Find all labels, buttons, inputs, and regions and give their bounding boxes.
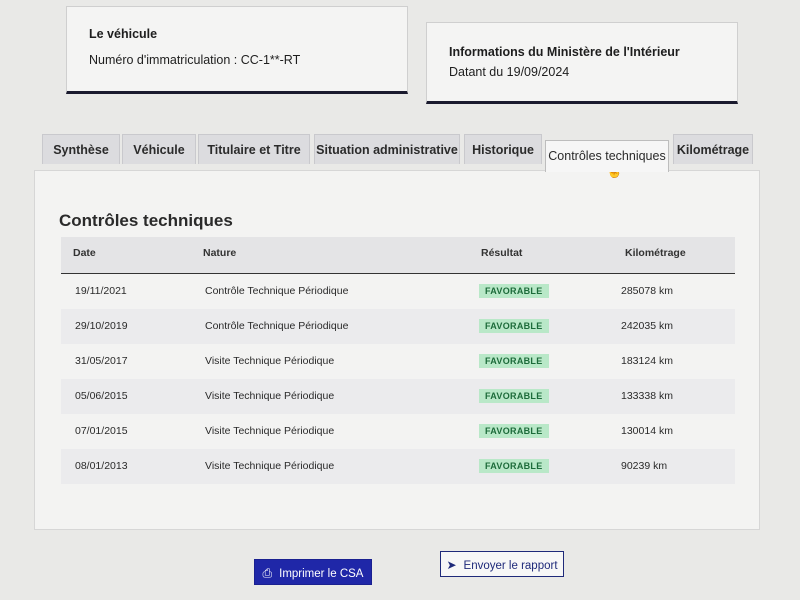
- cell-kilometrage: 242035 km: [621, 320, 673, 332]
- header-date: Date: [73, 247, 96, 259]
- table-row: 05/06/2015 Visite Technique Périodique FAV…: [61, 379, 735, 414]
- table-row: 29/10/2019 Contrôle Technique Périodique F…: [61, 309, 735, 344]
- cell-date: 31/05/2017: [75, 355, 128, 367]
- tab-kilometrage[interactable]: Kilométrage: [673, 134, 753, 164]
- vehicle-title: Le véhicule: [89, 27, 158, 41]
- printer-icon: ⎙: [262, 566, 273, 580]
- cell-date: 29/10/2019: [75, 320, 128, 332]
- send-arrow-icon: ➤: [446, 558, 457, 572]
- result-badge: FAVORABLE: [479, 459, 549, 473]
- cell-date: 08/01/2013: [75, 460, 128, 472]
- controles-table: Date Nature Résultat Kilométrage 19/11/2…: [61, 237, 735, 484]
- tab-vehicule[interactable]: Véhicule: [122, 134, 196, 164]
- cell-nature: Contrôle Technique Périodique: [205, 285, 349, 297]
- header-nature: Nature: [203, 247, 237, 259]
- result-badge: FAVORABLE: [479, 319, 549, 333]
- tab-controles-techniques[interactable]: Contrôles techniques: [545, 140, 669, 172]
- controles-panel: Contrôles techniques Date Nature Résulta…: [34, 170, 760, 530]
- result-badge: FAVORABLE: [479, 389, 549, 403]
- ministry-info-card: Informations du Ministère de l'Intérieur…: [426, 22, 738, 104]
- cell-nature: Visite Technique Périodique: [205, 425, 335, 437]
- cell-date: 05/06/2015: [75, 390, 128, 402]
- cell-kilometrage: 133338 km: [621, 390, 673, 402]
- vehicle-card: Le véhicule Numéro d'immatriculation : C…: [66, 6, 408, 94]
- cell-date: 07/01/2015: [75, 425, 128, 437]
- table-row: 08/01/2013 Visite Technique Périodique FAV…: [61, 449, 735, 484]
- result-badge: FAVORABLE: [479, 284, 549, 298]
- print-button-label: Imprimer le CSA: [279, 568, 364, 580]
- header-resultat: Résultat: [481, 247, 523, 259]
- cell-date: 19/11/2021: [75, 285, 127, 297]
- table-row: 31/05/2017 Visite Technique Périodique FAV…: [61, 344, 735, 379]
- section-title: Contrôles techniques: [59, 211, 233, 230]
- print-csa-button[interactable]: ⎙ Imprimer le CSA: [254, 559, 372, 585]
- table-body: 19/11/2021 Contrôle Technique Périodique F…: [61, 274, 735, 484]
- send-report-button[interactable]: ➤ Envoyer le rapport: [440, 551, 564, 577]
- table-header: Date Nature Résultat Kilométrage: [61, 237, 735, 274]
- ministry-date: Datant du 19/09/2024: [449, 65, 570, 79]
- table-row: 07/01/2015 Visite Technique Périodique FAV…: [61, 414, 735, 449]
- cell-kilometrage: 183124 km: [621, 355, 673, 367]
- cell-kilometrage: 285078 km: [621, 285, 673, 297]
- cell-kilometrage: 130014 km: [621, 425, 673, 437]
- tab-bar: Synthèse Véhicule Titulaire et Titre Sit…: [42, 130, 762, 172]
- cell-nature: Visite Technique Périodique: [205, 355, 335, 367]
- cell-kilometrage: 90239 km: [621, 460, 668, 472]
- cell-nature: Visite Technique Périodique: [205, 460, 335, 472]
- send-button-label: Envoyer le rapport: [463, 560, 558, 572]
- result-badge: FAVORABLE: [479, 424, 549, 438]
- cell-nature: Visite Technique Périodique: [205, 390, 335, 402]
- cell-nature: Contrôle Technique Périodique: [205, 320, 349, 332]
- ministry-title: Informations du Ministère de l'Intérieur: [449, 45, 680, 59]
- tab-synthese[interactable]: Synthèse: [42, 134, 120, 164]
- header-kilometrage: Kilométrage: [625, 247, 686, 259]
- result-badge: FAVORABLE: [479, 354, 549, 368]
- table-row: 19/11/2021 Contrôle Technique Périodique F…: [61, 274, 735, 309]
- registration-number: Numéro d'immatriculation : CC-1**-RT: [89, 53, 301, 67]
- tab-historique[interactable]: Historique: [464, 134, 542, 164]
- tab-situation-administrative[interactable]: Situation administrative: [314, 134, 460, 164]
- tab-titulaire-titre[interactable]: Titulaire et Titre: [198, 134, 310, 164]
